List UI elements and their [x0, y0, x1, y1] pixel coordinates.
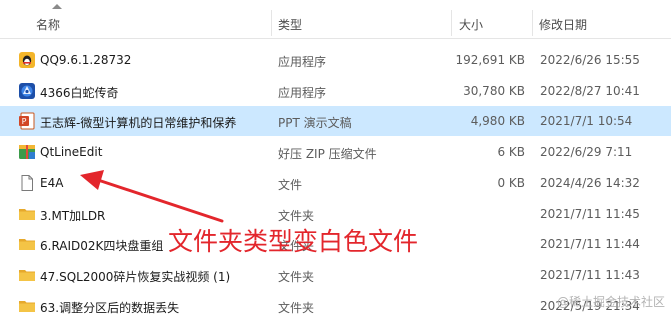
annotation-text: 文件夹类型变白色文件 [168, 227, 419, 256]
annotation-arrow [80, 170, 224, 223]
watermark: @稀土掘金技术社区 [556, 295, 665, 309]
